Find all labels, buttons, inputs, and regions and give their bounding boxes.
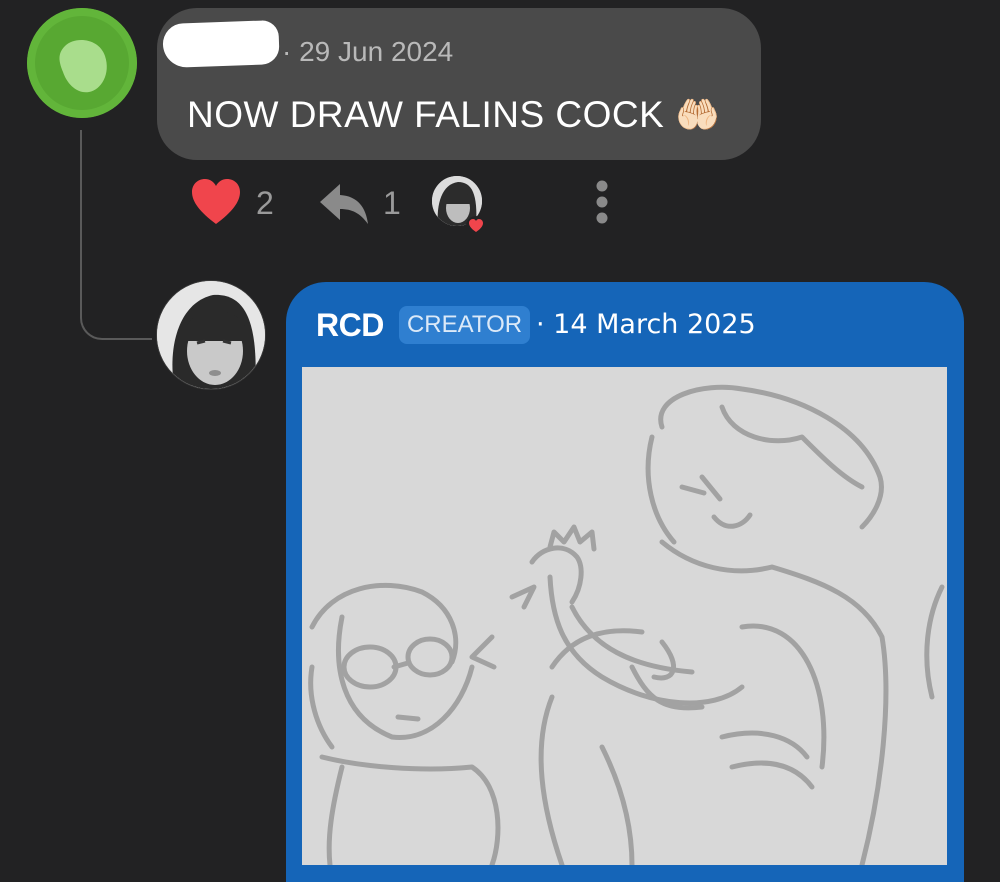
more-vertical-icon[interactable] (592, 178, 612, 226)
reply-icon[interactable] (318, 182, 374, 226)
redacted-username (162, 19, 280, 69)
comment-text-body: NOW DRAW FALINS COCK (187, 94, 665, 135)
open-hands-emoji: 🤲🏻 (675, 94, 721, 135)
creator-portrait-icon (157, 281, 265, 389)
creator-avatar[interactable] (156, 280, 266, 390)
sketch-image[interactable] (302, 367, 947, 865)
comment-date: · 29 Jun 2024 (282, 36, 454, 67)
author-name[interactable]: RCD (316, 307, 384, 344)
user-avatar[interactable] (27, 8, 137, 118)
creator-badge: CREATOR (399, 306, 530, 344)
like-count: 2 (256, 185, 274, 221)
avatar-blob-icon (27, 8, 137, 118)
reaction-heart-icon (466, 216, 486, 236)
heart-icon[interactable] (190, 178, 242, 226)
reply-date: · 14 March 2025 (536, 309, 756, 340)
thread-connector (80, 130, 152, 340)
comment-text: NOW DRAW FALINS COCK 🤲🏻 (187, 94, 720, 136)
reply-count: 1 (383, 185, 401, 221)
